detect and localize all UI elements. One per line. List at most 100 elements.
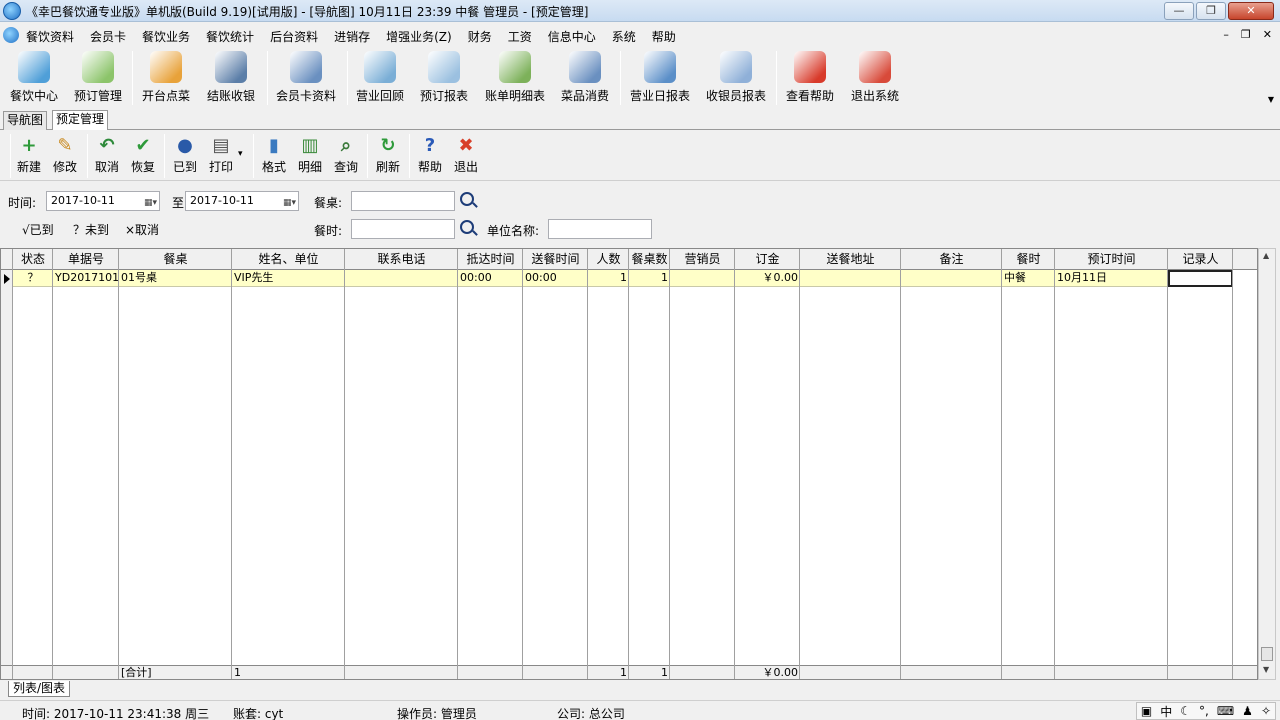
ime-toolbar[interactable]: ▣ 中 ☾ °, ⌨ ♟ ✧ (1135, 702, 1276, 720)
toolbar-button[interactable]: ↻ 刷新 (375, 134, 401, 175)
menu-item[interactable]: 信息中心 (548, 28, 596, 45)
cell-address[interactable] (800, 270, 901, 287)
minimize-button[interactable]: — (1164, 2, 1194, 20)
cell-people[interactable]: 1 (588, 270, 629, 287)
tab-reservation[interactable]: 预定管理 (52, 110, 109, 130)
menu-item[interactable]: 后台资料 (270, 28, 318, 45)
toolbar-button[interactable]: + 新建 (16, 134, 42, 175)
meal-input[interactable] (351, 219, 455, 239)
tab-nav-map[interactable]: 导航图 (3, 111, 48, 130)
cell-status[interactable]: ？ (13, 270, 53, 287)
nav-button[interactable]: 账单明细表 (483, 51, 547, 104)
unit-input[interactable] (548, 219, 652, 239)
column-header[interactable]: 状态 (13, 249, 53, 270)
toolbar-button[interactable]: ▤ 打印 (208, 134, 234, 175)
toolbar-button[interactable]: ▥ 明细 (297, 134, 323, 175)
cell-phone[interactable] (345, 270, 458, 287)
column-header[interactable]: 备注 (901, 249, 1002, 270)
cell-meal[interactable]: 中餐 (1002, 270, 1055, 287)
column-header[interactable]: 餐桌数 (629, 249, 670, 270)
cell-sales[interactable] (670, 270, 735, 287)
toolbar-button[interactable]: ⌕ 查询 (333, 134, 359, 175)
ime-settings-icon[interactable]: ✧ (1261, 704, 1271, 718)
filter-arrived[interactable]: √已到 (22, 221, 54, 238)
menu-item[interactable]: 会员卡 (90, 28, 126, 45)
menu-item[interactable]: 增强业务(Z) (386, 28, 452, 45)
cell-table[interactable]: 01号桌 (119, 270, 232, 287)
toolbar-button[interactable]: ✖ 退出 (453, 134, 479, 175)
table-input[interactable] (351, 191, 455, 211)
toolbar-button[interactable]: ✎ 修改 (52, 134, 78, 175)
menu-item[interactable]: 进销存 (334, 28, 370, 45)
menu-item[interactable]: 餐饮统计 (206, 28, 254, 45)
ime-punct-icon[interactable]: °, (1199, 704, 1209, 718)
search-meal-icon[interactable] (460, 220, 474, 234)
toolbar-button[interactable]: ● 已到 (172, 134, 198, 175)
menu-item[interactable]: 帮助 (652, 28, 676, 45)
nav-button[interactable]: 结账收银 (205, 51, 257, 104)
app-menu-icon[interactable] (3, 27, 19, 43)
column-header[interactable]: 餐时 (1002, 249, 1055, 270)
toolbar-button[interactable]: ↶ 取消 (94, 134, 120, 175)
column-header[interactable]: 联系电话 (345, 249, 458, 270)
column-header[interactable]: 单据号 (53, 249, 119, 270)
ime-user-icon[interactable]: ♟ (1242, 704, 1253, 718)
toolbar-button[interactable]: ▮ 格式 (261, 134, 287, 175)
column-header[interactable]: 餐桌 (119, 249, 232, 270)
column-header[interactable]: 送餐地址 (800, 249, 901, 270)
column-header[interactable]: 预订时间 (1055, 249, 1168, 270)
cell-booked[interactable]: 10月11日 (1055, 270, 1168, 287)
cell-remark[interactable] (901, 270, 1002, 287)
column-header[interactable]: 人数 (588, 249, 629, 270)
scroll-thumb[interactable] (1261, 647, 1273, 661)
cell-tables[interactable]: 1 (629, 270, 670, 287)
cell-deposit[interactable]: ￥0.00 (735, 270, 800, 287)
search-table-icon[interactable] (460, 192, 474, 206)
nav-button[interactable]: 营业日报表 (628, 51, 692, 104)
toolbar-button[interactable]: ? 帮助 (417, 134, 443, 175)
toolbar-button[interactable]: ✔ 恢复 (130, 134, 156, 175)
mdi-restore-icon[interactable]: ❐ (1241, 28, 1251, 41)
mdi-minimize-icon[interactable]: – (1223, 28, 1229, 41)
date-from-picker[interactable]: 2017-10-11 ▦▾ (46, 191, 160, 211)
scroll-down-icon[interactable]: ▼ (1263, 665, 1269, 674)
nav-button[interactable]: 查看帮助 (784, 51, 836, 104)
filter-not-arrived[interactable]: ？未到 (73, 221, 109, 238)
cell-doc-no[interactable]: YD201710110 (53, 270, 119, 287)
nav-button[interactable]: 预订报表 (418, 51, 470, 104)
maximize-button[interactable]: ❐ (1196, 2, 1226, 20)
menu-item[interactable]: 餐饮业务 (142, 28, 190, 45)
column-header[interactable]: 送餐时间 (523, 249, 588, 270)
nav-button[interactable]: 收银员报表 (704, 51, 768, 104)
scroll-up-icon[interactable]: ▲ (1263, 251, 1269, 260)
cell-name[interactable]: VIP先生 (232, 270, 345, 287)
menu-item[interactable]: 系统 (612, 28, 636, 45)
cell-deliver[interactable]: 00:00 (523, 270, 588, 287)
menu-item[interactable]: 财务 (468, 28, 492, 45)
nav-button[interactable]: 预订管理 (72, 51, 124, 104)
calendar-dropdown-icon[interactable]: ▦▾ (272, 194, 296, 208)
print-dropdown-icon[interactable]: ▾ (238, 149, 243, 159)
close-button[interactable]: ✕ (1228, 2, 1274, 20)
calendar-dropdown-icon[interactable]: ▦▾ (133, 194, 157, 208)
ime-chinese-mode[interactable]: 中 (1160, 703, 1172, 720)
nav-button[interactable]: 会员卡资料 (274, 51, 338, 104)
toolbar-overflow-icon[interactable]: ▼ (1268, 95, 1274, 104)
ime-moon-icon[interactable]: ☾ (1180, 704, 1191, 718)
filter-cancelled[interactable]: ×取消 (125, 221, 159, 238)
column-header[interactable]: 订金 (735, 249, 800, 270)
nav-button[interactable]: 营业回顾 (354, 51, 406, 104)
list-chart-tab[interactable]: 列表/图表 (8, 681, 71, 697)
vertical-scrollbar[interactable]: ▲ ▼ (1258, 248, 1276, 680)
column-header[interactable]: 营销员 (670, 249, 735, 270)
cell-recorder[interactable] (1168, 270, 1233, 287)
nav-button[interactable]: 退出系统 (849, 51, 901, 104)
column-header[interactable]: 抵达时间 (458, 249, 523, 270)
table-row[interactable]: ？YD20171011001号桌VIP先生00:0000:0011￥0.00中餐… (13, 270, 1233, 287)
ime-keyboard-icon[interactable]: ⌨ (1217, 704, 1234, 718)
nav-button[interactable]: 餐饮中心 (8, 51, 60, 104)
cell-arrive[interactable]: 00:00 (458, 270, 523, 287)
mdi-close-icon[interactable]: ✕ (1263, 28, 1272, 41)
column-header[interactable]: 记录人 (1168, 249, 1233, 270)
nav-button[interactable]: 菜品消费 (559, 51, 611, 104)
